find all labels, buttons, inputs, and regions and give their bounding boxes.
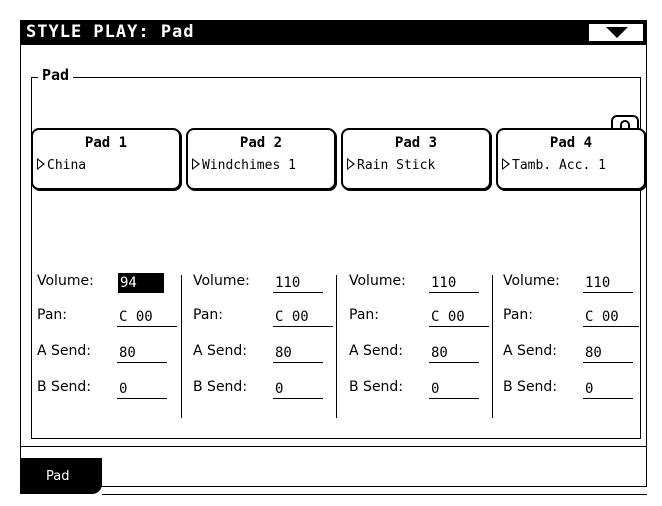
volume-label: Volume:: [193, 273, 250, 289]
tab-bar: [20, 447, 647, 487]
pad-sound-label: Windchimes 1: [202, 158, 296, 173]
tab-pad[interactable]: Pad: [20, 458, 102, 494]
b-send-label: B Send:: [193, 379, 248, 395]
volume-label: Volume:: [349, 273, 406, 289]
pad-sound-label: Tamb. Acc. 1: [512, 158, 606, 173]
volume-field[interactable]: 94: [118, 273, 164, 293]
triangle-down-icon: [606, 27, 628, 38]
group-title: Pad: [38, 66, 74, 84]
pan-label: Pan:: [37, 307, 67, 323]
pan-label: Pan:: [503, 307, 533, 323]
pan-field[interactable]: C 00: [273, 307, 333, 327]
a-send-field[interactable]: 80: [583, 343, 633, 363]
pad-sound: Windchimes 1: [192, 157, 296, 173]
tab-label: Pad: [46, 469, 70, 484]
a-send-field[interactable]: 80: [273, 343, 323, 363]
title-bar: STYLE PLAY: Pad: [20, 20, 647, 45]
a-send-label: A Send:: [193, 343, 248, 359]
pad-params-2: Volume: 110 Pan: C 00 A Send: 80 B Send: 0: [193, 268, 343, 418]
pad-sound: China: [37, 157, 86, 173]
pad-params-1: Volume: 94 Pan: C 00 A Send: 80 B Send: 0: [37, 268, 187, 418]
column-divider: [492, 275, 493, 418]
b-send-field[interactable]: 0: [273, 379, 323, 399]
play-arrow-icon: [502, 158, 510, 170]
b-send-label: B Send:: [37, 379, 92, 395]
b-send-field[interactable]: 0: [429, 379, 479, 399]
volume-label: Volume:: [503, 273, 560, 289]
pad-name: Pad 2: [239, 135, 283, 151]
pad-sound-label: China: [47, 158, 87, 173]
pad-button-2[interactable]: Pad 2 Windchimes 1: [186, 128, 336, 190]
column-divider: [336, 275, 337, 418]
page-menu-button[interactable]: [588, 23, 644, 42]
pad-button-1[interactable]: Pad 1 China: [31, 128, 181, 190]
a-send-label: A Send:: [37, 343, 92, 359]
pad-params-3: Volume: 110 Pan: C 00 A Send: 80 B Send: 0: [349, 268, 499, 418]
volume-field[interactable]: 110: [273, 273, 323, 293]
divider: [102, 494, 647, 495]
pan-label: Pan:: [349, 307, 379, 323]
page-title: STYLE PLAY: Pad: [26, 22, 195, 42]
b-send-field[interactable]: 0: [117, 379, 167, 399]
play-arrow-icon: [192, 158, 200, 170]
pad-name: Pad 4: [549, 135, 593, 151]
pad-sound: Rain Stick: [347, 157, 435, 173]
volume-field[interactable]: 110: [583, 273, 633, 293]
a-send-field[interactable]: 80: [117, 343, 167, 363]
volume-field[interactable]: 110: [429, 273, 479, 293]
pad-sound: Tamb. Acc. 1: [502, 157, 606, 173]
volume-label: Volume:: [37, 273, 94, 289]
play-arrow-icon: [347, 158, 355, 170]
a-send-label: A Send:: [349, 343, 404, 359]
a-send-field[interactable]: 80: [429, 343, 479, 363]
pad-button-3[interactable]: Pad 3 Rain Stick: [341, 128, 491, 190]
pan-field[interactable]: C 00: [583, 307, 639, 327]
pad-name: Pad 1: [84, 135, 128, 151]
b-send-field[interactable]: 0: [583, 379, 633, 399]
b-send-label: B Send:: [349, 379, 404, 395]
pad-button-4[interactable]: Pad 4 Tamb. Acc. 1: [496, 128, 646, 190]
pad-sound-label: Rain Stick: [357, 158, 436, 173]
pan-label: Pan:: [193, 307, 223, 323]
pad-params-4: Volume: 110 Pan: C 00 A Send: 80 B Send: 0: [503, 268, 653, 418]
play-arrow-icon: [37, 158, 45, 170]
pan-field[interactable]: C 00: [429, 307, 489, 327]
pad-name: Pad 3: [394, 135, 438, 151]
pan-field[interactable]: C 00: [117, 307, 177, 327]
a-send-label: A Send:: [503, 343, 558, 359]
b-send-label: B Send:: [503, 379, 558, 395]
column-divider: [181, 275, 182, 418]
